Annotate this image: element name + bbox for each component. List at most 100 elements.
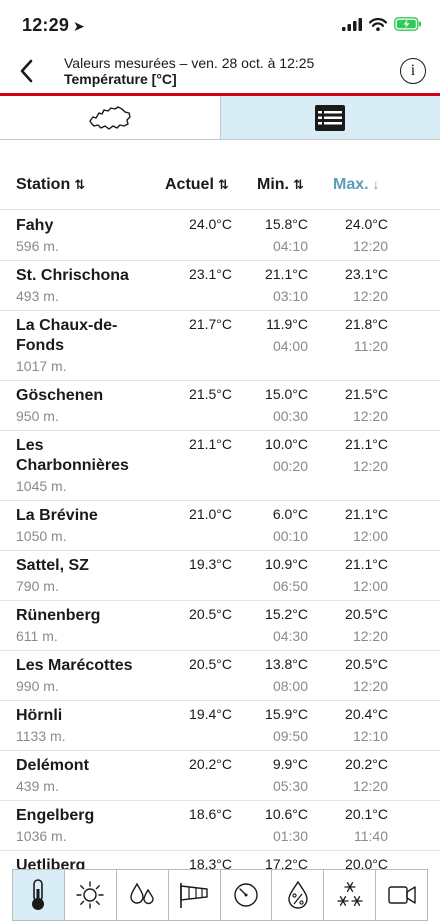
min-time: 06:50 [272,578,308,594]
min-temperature: 10.0°C [265,436,308,452]
max-temperature: 21.5°C [345,386,388,402]
station-name: Rünenberg [16,607,101,624]
column-current-label: Actuel [165,176,214,193]
station-altitude: 611 m. [16,628,58,644]
table-row[interactable]: Uetliberg 18.3°C 17.2°C 20.0°C [0,851,440,869]
min-temperature: 15.0°C [265,386,308,402]
min-time: 08:00 [272,678,308,694]
max-time: 12:10 [352,728,388,744]
current-temperature: 24.0°C [189,216,232,232]
station-name: Les Charbonnières [16,437,129,474]
max-time: 12:20 [352,238,388,254]
current-temperature: 21.0°C [189,506,232,522]
column-min[interactable]: Min. ⇅ [257,176,304,194]
min-time: 00:20 [272,458,308,474]
map-view-button[interactable] [0,96,221,139]
station-altitude: 1036 m. [16,828,67,844]
station-name: Fahy [16,217,54,234]
location-arrow-icon: ➤ [73,18,85,34]
min-time: 05:30 [272,778,308,794]
max-temperature: 24.0°C [345,216,388,232]
station-altitude: 1017 m. [16,358,67,374]
station-altitude: 596 m. [16,238,59,254]
table-list-icon [315,104,346,131]
min-temperature: 15.2°C [265,606,308,622]
current-temperature: 20.5°C [189,606,232,622]
current-temperature: 19.3°C [189,556,232,572]
max-temperature: 21.1°C [345,506,388,522]
tab-humidity[interactable] [272,870,325,920]
table-row[interactable]: Les Marécottes 990 m. 20.5°C 13.8°C 20.5°C 08… [0,651,440,701]
max-temperature: 20.4°C [345,706,388,722]
sort-icon: ⇅ [217,177,229,192]
clock-text: 12:29 [22,15,70,35]
list-view-button[interactable] [220,96,440,139]
tab-webcam[interactable] [376,870,427,920]
station-altitude: 439 m. [16,778,59,794]
station-altitude: 990 m. [16,678,59,694]
max-time: 12:20 [352,628,388,644]
table-row[interactable]: Delémont 439 m. 20.2°C 9.9°C 20.2°C 05:30 12:2… [0,751,440,801]
status-time: 12:29 ➤ [22,15,85,36]
column-station[interactable]: Station ⇅ [16,176,85,194]
max-time: 12:20 [352,288,388,304]
table-row[interactable]: Fahy 596 m. 24.0°C 15.8°C 24.0°C 04:10 12:20 [0,211,440,261]
tab-temperature[interactable] [13,870,65,920]
tab-wind[interactable] [169,870,221,920]
station-name: La Chaux-de-Fonds [16,317,118,354]
current-temperature: 19.4°C [189,706,232,722]
min-temperature: 13.8°C [265,656,308,672]
table-row[interactable]: Sattel, SZ 790 m. 19.3°C 10.9°C 21.1°C 06:50 1… [0,551,440,601]
tab-snow[interactable] [324,870,377,920]
station-name: Delémont [16,757,89,774]
status-bar: 12:29 ➤ [0,0,440,50]
page-title: Température [°C] [64,71,177,87]
table-row[interactable]: Göschenen 950 m. 21.5°C 15.0°C 21.5°C 00:30 12… [0,381,440,431]
max-temperature: 23.1°C [345,266,388,282]
measurement-timestamp: Valeurs mesurées – ven. 28 oct. à 12:25 [64,55,315,71]
table-row[interactable]: La Brévine 1050 m. 21.0°C 6.0°C 21.1°C 00:10 1… [0,501,440,551]
station-name: Engelberg [16,807,95,824]
station-name: Les Marécottes [16,657,133,674]
min-temperature: 10.9°C [265,556,308,572]
table-row[interactable]: Hörnli 1133 m. 19.4°C 15.9°C 20.4°C 09:50 12:1… [0,701,440,751]
min-temperature: 17.2°C [265,856,308,869]
min-temperature: 10.6°C [265,806,308,822]
webcam-icon [386,882,418,908]
info-icon[interactable]: i [400,58,426,84]
min-time: 00:10 [272,528,308,544]
table-row[interactable]: La Chaux-de-Fonds 1017 m. 21.7°C 11.9°C 21.8… [0,311,440,381]
sort-icon: ⇅ [293,177,304,192]
max-time: 12:20 [352,778,388,794]
current-temperature: 21.7°C [189,316,232,332]
column-max[interactable]: Max. ↓ [333,176,379,194]
back-arrow-icon[interactable] [14,56,40,86]
max-time: 12:20 [352,458,388,474]
header: Valeurs mesurées – ven. 28 oct. à 12:25 … [0,50,440,94]
tab-sunshine[interactable] [65,870,117,920]
station-altitude: 1050 m. [16,528,67,544]
current-temperature: 20.2°C [189,756,232,772]
station-list[interactable]: Fahy 596 m. 24.0°C 15.8°C 24.0°C 04:10 12:20 St… [0,211,440,869]
current-temperature: 21.1°C [189,436,232,452]
tab-pressure[interactable] [221,870,273,920]
max-temperature: 20.2°C [345,756,388,772]
humidity-icon [283,879,313,911]
table-header: Station ⇅ Actuel ⇅ Min. ⇅ Max. ↓ [0,160,440,210]
column-current[interactable]: Actuel ⇅ [165,176,229,194]
tab-precipitation[interactable] [117,870,169,920]
station-altitude: 1045 m. [16,478,67,494]
current-temperature: 18.3°C [189,856,232,869]
max-time: 12:20 [352,678,388,694]
sort-descending-icon: ↓ [372,177,380,192]
max-time: 12:00 [352,578,388,594]
table-row[interactable]: Engelberg 1036 m. 18.6°C 10.6°C 20.1°C 01:30 1… [0,801,440,851]
table-row[interactable]: Les Charbonnières 1045 m. 21.1°C 10.0°C 21.1… [0,431,440,501]
station-altitude: 950 m. [16,408,59,424]
station-name: Hörnli [16,707,63,724]
table-row[interactable]: Rünenberg 611 m. 20.5°C 15.2°C 20.5°C 04:30 12… [0,601,440,651]
station-altitude: 493 m. [16,288,59,304]
station-altitude: 790 m. [16,578,59,594]
table-row[interactable]: St. Chrischona 493 m. 23.1°C 21.1°C 23.1°C 03… [0,261,440,311]
station-name: Uetliberg [16,857,86,869]
